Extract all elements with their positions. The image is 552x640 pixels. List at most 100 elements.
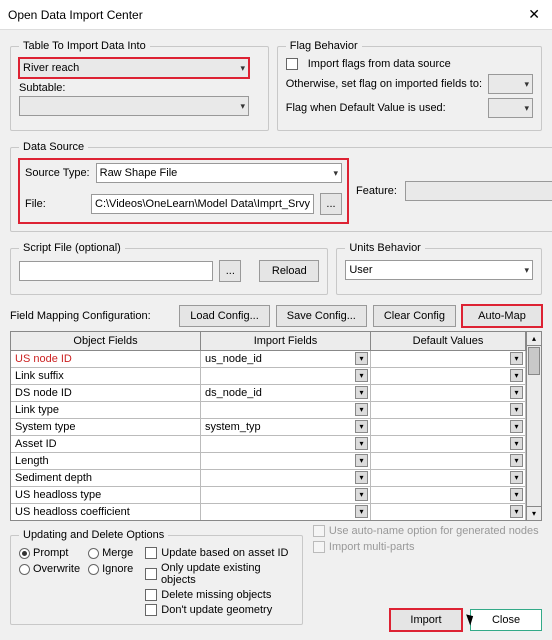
table-select-value: River reach	[23, 62, 79, 74]
default-value-cell[interactable]: ▾	[371, 504, 526, 520]
chk-asset[interactable]: Update based on asset ID	[145, 547, 294, 559]
chevron-down-icon[interactable]: ▾	[355, 420, 368, 433]
object-field-cell: Length	[11, 453, 201, 469]
chevron-down-icon: ▾	[240, 63, 245, 74]
opt-overwrite[interactable]: Overwrite	[19, 563, 80, 575]
units-select[interactable]: User ▾	[345, 260, 533, 280]
chevron-down-icon[interactable]: ▾	[355, 505, 368, 518]
col-import-header[interactable]: Import Fields	[201, 332, 371, 350]
default-value-cell[interactable]: ▾	[371, 351, 526, 367]
table-row[interactable]: US node IDus_node_id▾▾	[11, 351, 526, 368]
chevron-down-icon[interactable]: ▾	[510, 437, 523, 450]
scroll-thumb[interactable]	[528, 347, 540, 375]
group-script: Script File (optional) ... Reload	[10, 242, 328, 295]
flag-otherwise-label: Otherwise, set flag on imported fields t…	[286, 78, 482, 90]
file-browse-button[interactable]: ...	[320, 193, 342, 215]
table-row[interactable]: System typesystem_typ▾▾	[11, 419, 526, 436]
chevron-down-icon[interactable]: ▾	[355, 386, 368, 399]
save-config-button[interactable]: Save Config...	[276, 305, 367, 327]
default-value-cell[interactable]: ▾	[371, 470, 526, 486]
scroll-up-icon[interactable]: ▴	[527, 332, 541, 346]
close-icon[interactable]: ✕	[524, 6, 544, 23]
flag-default-select[interactable]: ▾	[488, 98, 533, 118]
source-type-select[interactable]: Raw Shape File ▾	[96, 163, 342, 183]
chevron-down-icon: ▾	[524, 79, 529, 90]
table-row[interactable]: Link type▾▾	[11, 402, 526, 419]
feature-label: Feature:	[356, 185, 397, 197]
chevron-down-icon[interactable]: ▾	[355, 437, 368, 450]
default-value-cell[interactable]: ▾	[371, 368, 526, 384]
import-field-cell[interactable]: ds_node_id▾	[201, 385, 371, 401]
config-label: Field Mapping Configuration:	[10, 310, 151, 322]
import-button[interactable]: Import	[390, 609, 462, 631]
opt-prompt[interactable]: Prompt	[19, 547, 80, 559]
grid-scrollbar[interactable]: ▴ ▾	[526, 332, 541, 520]
chevron-down-icon[interactable]: ▾	[355, 352, 368, 365]
table-row[interactable]: Asset ID▾▾	[11, 436, 526, 453]
object-field-cell: DS node ID	[11, 385, 201, 401]
import-field-cell[interactable]: ▾	[201, 436, 371, 452]
chevron-down-icon[interactable]: ▾	[510, 369, 523, 382]
chevron-down-icon[interactable]: ▾	[355, 369, 368, 382]
group-table: Table To Import Data Into River reach ▾ …	[10, 40, 269, 131]
group-units: Units Behavior User ▾	[336, 242, 542, 295]
default-value-cell[interactable]: ▾	[371, 402, 526, 418]
default-value-cell[interactable]: ▾	[371, 436, 526, 452]
import-field-cell[interactable]: ▾	[201, 487, 371, 503]
import-field-cell[interactable]: ▾	[201, 402, 371, 418]
feature-select[interactable]: ▾	[405, 181, 552, 201]
script-browse-button[interactable]: ...	[219, 260, 241, 282]
table-row[interactable]: US headloss coefficient▾▾	[11, 504, 526, 520]
table-row[interactable]: Length ▾ ▾	[11, 453, 526, 470]
group-table-label: Table To Import Data Into	[19, 40, 150, 52]
default-value-cell[interactable]: ▾	[371, 487, 526, 503]
opt-ignore[interactable]: Ignore	[88, 563, 133, 575]
chevron-down-icon[interactable]: ▾	[510, 386, 523, 399]
chevron-down-icon[interactable]: ▾	[510, 505, 523, 518]
chevron-down-icon[interactable]: ▾	[510, 454, 523, 467]
chk-geom[interactable]: Don't update geometry	[145, 604, 294, 616]
object-field-cell: System type	[11, 419, 201, 435]
chevron-down-icon[interactable]: ▾	[355, 403, 368, 416]
table-row[interactable]: Sediment depth▾▾	[11, 470, 526, 487]
default-value-cell[interactable]: ▾	[371, 453, 526, 469]
units-value: User	[349, 264, 372, 276]
subtable-select[interactable]: ▾	[19, 96, 249, 116]
chevron-down-icon[interactable]: ▾	[510, 488, 523, 501]
import-field-cell[interactable]: system_typ▾	[201, 419, 371, 435]
table-select[interactable]: River reach ▾	[19, 58, 249, 78]
chevron-down-icon[interactable]: ▾	[510, 403, 523, 416]
chevron-down-icon[interactable]: ▾	[510, 352, 523, 365]
chevron-down-icon[interactable]: ▾	[355, 488, 368, 501]
file-input[interactable]: C:\Videos\OneLearn\Model Data\Imprt_Srvy	[91, 194, 314, 214]
table-row[interactable]: Link suffix ▾ ▾	[11, 368, 526, 385]
import-field-cell[interactable]: ▾	[201, 470, 371, 486]
table-row[interactable]: DS node IDds_node_id▾▾	[11, 385, 526, 402]
flag-otherwise-select[interactable]: ▾	[488, 74, 533, 94]
clear-config-button[interactable]: Clear Config	[373, 305, 456, 327]
import-field-cell[interactable]: ▾	[201, 368, 371, 384]
chevron-down-icon[interactable]: ▾	[355, 471, 368, 484]
chk-delete[interactable]: Delete missing objects	[145, 589, 294, 601]
col-object-header[interactable]: Object Fields	[11, 332, 201, 350]
reload-button[interactable]: Reload	[259, 260, 319, 282]
table-row[interactable]: US headloss type▾▾	[11, 487, 526, 504]
load-config-button[interactable]: Load Config...	[179, 305, 270, 327]
close-button[interactable]: Close	[470, 609, 542, 631]
chevron-down-icon[interactable]: ▾	[510, 420, 523, 433]
import-field-cell[interactable]: ▾	[201, 504, 371, 520]
script-file-input[interactable]	[19, 261, 213, 281]
chevron-down-icon[interactable]: ▾	[510, 471, 523, 484]
default-value-cell[interactable]: ▾	[371, 419, 526, 435]
automap-button[interactable]: Auto-Map	[462, 305, 542, 327]
opt-merge[interactable]: Merge	[88, 547, 133, 559]
import-field-cell[interactable]: ▾	[201, 453, 371, 469]
col-default-header[interactable]: Default Values	[371, 332, 526, 350]
object-field-cell: Link suffix	[11, 368, 201, 384]
import-field-cell[interactable]: us_node_id▾	[201, 351, 371, 367]
chk-existing[interactable]: Only update existing objects	[145, 562, 294, 586]
default-value-cell[interactable]: ▾	[371, 385, 526, 401]
scroll-down-icon[interactable]: ▾	[527, 506, 541, 520]
flag-import-checkbox[interactable]	[286, 58, 298, 70]
chevron-down-icon[interactable]: ▾	[355, 454, 368, 467]
